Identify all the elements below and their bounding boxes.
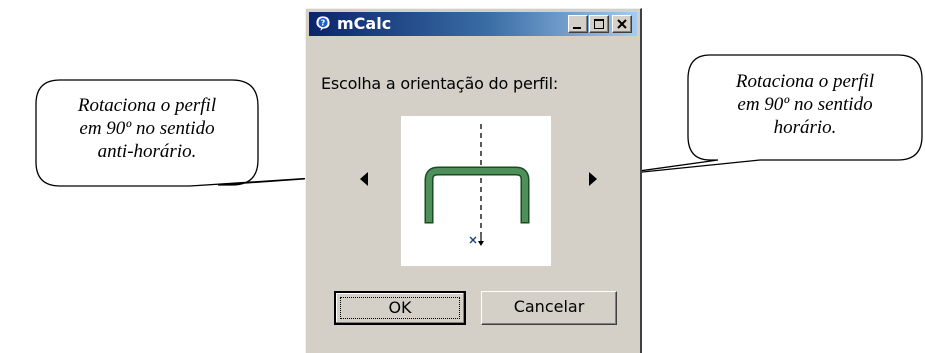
callout-left-line-3: anti-horário. (97, 141, 197, 162)
callout-left-line-1: Rotaciona o perfil (77, 95, 217, 116)
triangle-left-icon (360, 172, 368, 186)
svg-text:?: ? (321, 19, 326, 28)
mcalc-dialog: ? mCalc Escolha a orientação do perfil: (305, 8, 642, 353)
callout-left-text: Rotaciona o perfil em 90º no sentido ant… (36, 94, 258, 163)
close-icon (617, 19, 627, 29)
app-help-icon: ? (315, 15, 331, 34)
orientation-prompt: Escolha a orientação do perfil: (321, 74, 559, 93)
callout-right-text: Rotaciona o perfil em 90º no sentido hor… (688, 70, 922, 139)
callout-right-line-3: horário. (773, 117, 837, 138)
channel-profile-icon (424, 124, 530, 246)
ok-button[interactable]: OK (334, 291, 466, 325)
callout-left (35, 79, 305, 187)
cancel-button[interactable]: Cancelar (481, 291, 617, 325)
minimize-icon (573, 27, 581, 29)
maximize-button[interactable] (589, 15, 609, 33)
title-bar[interactable]: ? mCalc (309, 12, 637, 36)
minimize-button[interactable] (568, 15, 588, 33)
maximize-icon (594, 19, 604, 29)
callout-right-line-2: em 90º no sentido (737, 94, 873, 115)
window-title: mCalc (337, 14, 392, 33)
callout-left-line-2: em 90º no sentido (79, 118, 215, 139)
callout-right (602, 54, 923, 177)
profile-preview (401, 116, 551, 266)
triangle-right-icon (589, 172, 597, 186)
rotate-left-button[interactable] (356, 169, 372, 189)
rotate-right-button[interactable] (585, 169, 601, 189)
ok-focus-ring (340, 297, 460, 319)
callout-right-line-1: Rotaciona o perfil (735, 71, 875, 92)
cancel-label: Cancelar (513, 297, 585, 316)
close-button[interactable] (612, 15, 632, 33)
